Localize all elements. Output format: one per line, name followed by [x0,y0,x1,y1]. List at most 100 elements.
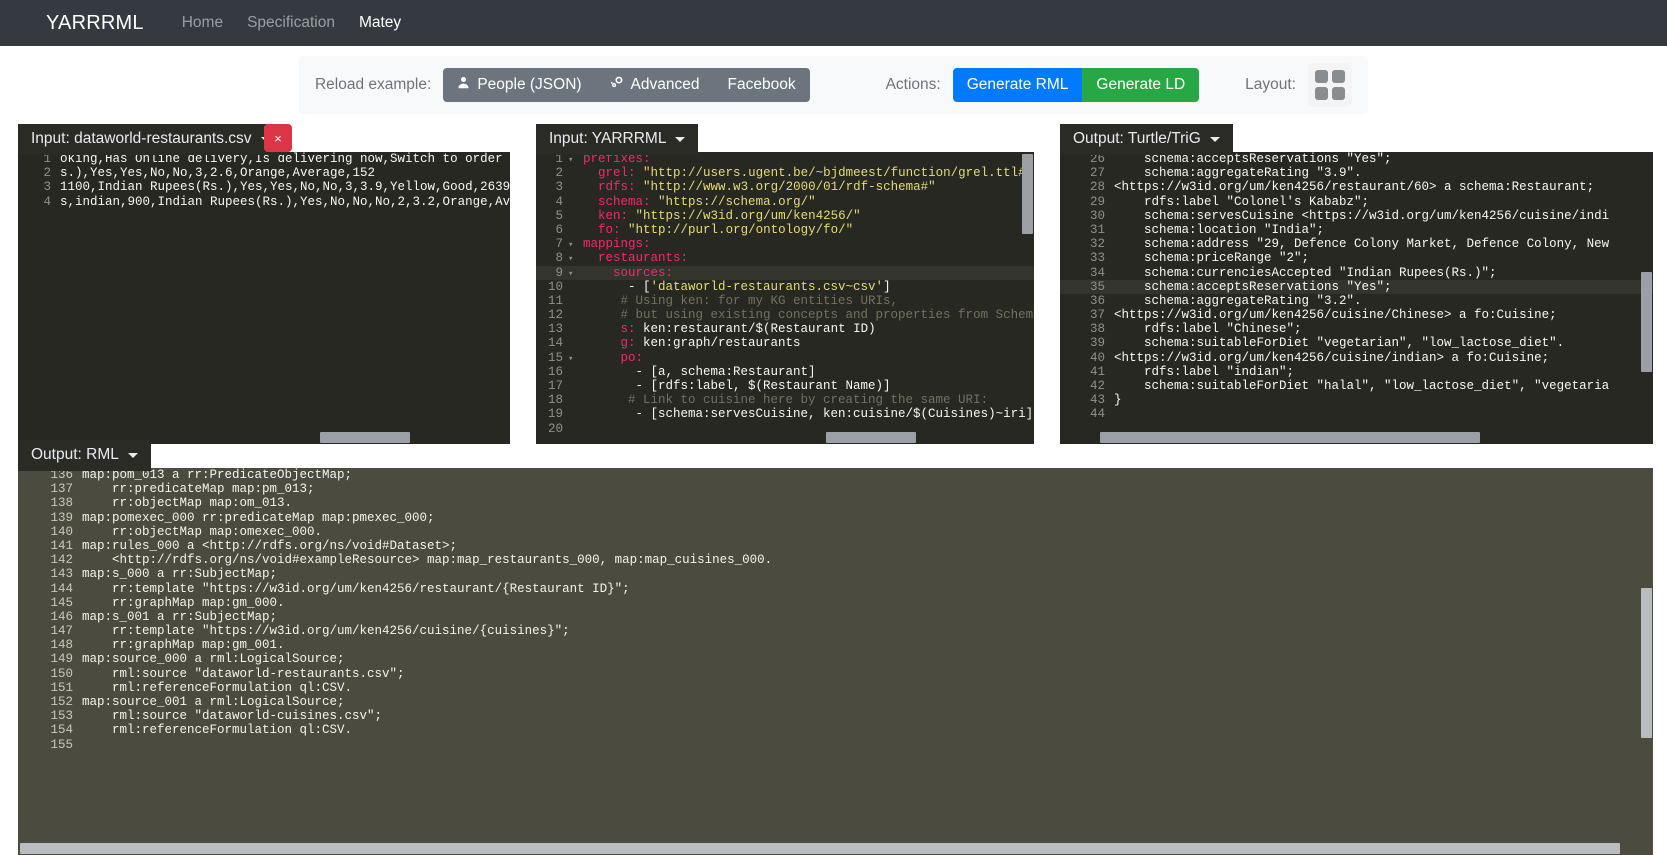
panel-csv-header[interactable]: Input: dataworld-restaurants.csv [18,124,284,155]
panel-csv-close-button[interactable]: × [264,124,292,152]
yarrrml-v-scrollbar[interactable] [1021,152,1034,444]
code-text: # Using ken: for my KG entities URIs, [583,293,899,308]
fold-toggle-icon [568,365,579,379]
code-text: map:rules_000 a <http://rdfs.org/ns/void… [82,538,458,553]
panel-turtle-title: Output: Turtle/TriG [1073,130,1201,147]
code-text: rdfs:label "Colonel's Kababz"; [1114,194,1370,209]
turtle-editor[interactable]: 26 schema:acceptsReservations "Yes"; 27 s… [1060,152,1653,444]
line-number: 5 [555,208,563,223]
code-line: 28 <https://w3id.org/um/ken4256/restauran… [1060,180,1653,194]
panel-yarrrml-header[interactable]: Input: YARRRML [536,124,699,155]
line-number: 153 [50,709,73,724]
line-number: 142 [50,553,73,568]
code-text: rdfs: "http://www.w3.org/2000/01/rdf-sch… [598,180,936,195]
example-button-group: People (JSON) Advanced Facebook [443,67,810,103]
fold-toggle-icon[interactable]: ▾ [568,237,579,251]
code-line: 41 rdfs:label "indian"; [1060,365,1653,379]
line-number: 33 [1089,251,1105,266]
generate-rml-button[interactable]: Generate RML [952,67,1083,103]
code-text: rr:template "https://w3id.org/um/ken4256… [82,624,570,639]
code-line: 147 rr:template "https://w3id.org/um/ken… [18,624,1653,638]
code-line: 3 1100,Indian Rupees(Rs.),Yes,Yes,No,No,3… [18,180,510,194]
fold-toggle-icon [568,209,579,223]
panel-turtle-header[interactable]: Output: Turtle/TriG [1060,124,1233,155]
code-line: 9 ▾ sources: [536,265,1034,280]
example-advanced-button[interactable]: Advanced [595,67,714,103]
line-number: 11 [547,293,563,308]
fold-toggle-icon [568,223,579,237]
code-line: 17 - [rdfs:label, $(Restaurant Name)] [536,379,1034,393]
turtle-v-scrollbar[interactable] [1640,152,1653,444]
example-facebook-label: Facebook [727,75,796,93]
code-line: 151 rml:referenceFormulation ql:CSV. [18,681,1653,695]
code-text: rr:predicateMap map:pm_013; [82,482,315,497]
code-text: schema:priceRange "2"; [1114,251,1310,266]
line-number: 149 [50,652,73,667]
code-line: 4 s,indian,900,Indian Rupees(Rs.),Yes,No,… [18,195,510,209]
rml-editor[interactable]: 136 map:pom_013 a rr:PredicateObjectMap; 1… [18,468,1653,855]
code-line: 42 schema:suitableForDiet "halal", "low_… [1060,379,1653,393]
code-text: schema:servesCuisine <https://w3id.org/u… [1114,208,1610,223]
line-number: 2 [43,166,51,181]
code-text: <https://w3id.org/um/ken4256/cuisine/ind… [1114,350,1550,365]
line-number: 6 [555,222,563,237]
code-text: - [rdfs:label, $(Restaurant Name)] [583,379,891,393]
line-number: 40 [1089,350,1105,365]
code-text: <https://w3id.org/um/ken4256/restaurant/… [1114,180,1595,195]
example-facebook-button[interactable]: Facebook [713,67,810,103]
example-people-json-button[interactable]: People (JSON) [443,67,596,103]
fold-toggle-icon[interactable]: ▾ [568,351,579,365]
panel-rml-header[interactable]: Output: RML [18,440,151,471]
code-line: 10 - ['dataworld-restaurants.csv~csv'] [536,280,1034,294]
code-text: rdfs:label "indian"; [1114,364,1295,379]
line-number: 30 [1089,208,1105,223]
code-line: 40 <https://w3id.org/um/ken4256/cuisine/i… [1060,351,1653,365]
code-text: restaurants: [598,251,689,266]
yarrrml-h-scrollbar[interactable] [536,431,1034,444]
fold-toggle-icon[interactable]: ▾ [568,251,579,265]
code-text: rr:objectMap map:om_013. [82,496,293,511]
layout-grid-button[interactable] [1308,63,1352,107]
line-number: 143 [50,567,73,582]
fold-toggle-icon [568,280,579,294]
nav-link-matey[interactable]: Matey [347,14,413,32]
brand-logo[interactable]: YARRRML [16,12,144,35]
actions-label: Actions: [885,76,941,93]
code-text: rml:referenceFormulation ql:CSV. [82,680,353,695]
code-line: 8 ▾ restaurants: [536,251,1034,265]
line-number: 38 [1089,322,1105,337]
line-number: 28 [1089,180,1105,195]
code-text: map:source_001 a rml:LogicalSource; [82,695,345,709]
panel-yarrrml-title: Input: YARRRML [549,130,667,147]
panel-rml-output: Output: RML 136 map:pom_013 a rr:Predicat… [18,440,1653,855]
line-number: 139 [50,510,73,525]
toolbar-container: Reload example: People (JSON) Advanced F… [0,46,1667,124]
code-line: 19 - [schema:servesCuisine, ken:cuisine/… [536,407,1034,421]
turtle-h-scrollbar[interactable] [1060,431,1653,444]
line-number: 150 [50,666,73,681]
grid-2x2-icon [1315,70,1345,100]
line-number: 148 [50,638,73,653]
csv-editor[interactable]: 1 oking,Has Online delivery,Is delivering… [18,152,510,444]
code-line: 37 <https://w3id.org/um/ken4256/cuisine/C… [1060,308,1653,322]
nav-link-home[interactable]: Home [170,14,235,32]
code-text: schema:aggregateRating "3.2". [1114,293,1362,308]
code-text: s: ken:restaurant/$(Restaurant ID) [620,322,876,337]
fold-toggle-icon[interactable]: ▾ [568,266,579,280]
fold-toggle-icon [568,393,579,407]
code-text: fo: "http://purl.org/ontology/fo/" [598,222,854,237]
code-text: schema:acceptsReservations "Yes"; [1114,279,1392,294]
nav-link-specification[interactable]: Specification [235,14,347,32]
yarrrml-editor[interactable]: 1 ▾ prefixes: 2 grel: "http://users.ugent.b… [536,152,1034,444]
code-text: schema: "https://schema.org/" [598,194,816,209]
code-line: 14 g: ken:graph/restaurants [536,336,1034,350]
toolbar: Reload example: People (JSON) Advanced F… [298,56,1368,114]
line-number: 146 [50,609,73,624]
line-number: 7 [555,237,563,252]
generate-ld-button[interactable]: Generate LD [1082,67,1200,103]
rml-h-scrollbar[interactable] [18,842,1653,855]
code-line: 149 map:source_000 a rml:LogicalSource; [18,652,1653,666]
rml-v-scrollbar[interactable] [1640,468,1653,855]
line-number: 27 [1089,166,1105,181]
line-number: 34 [1089,265,1105,280]
